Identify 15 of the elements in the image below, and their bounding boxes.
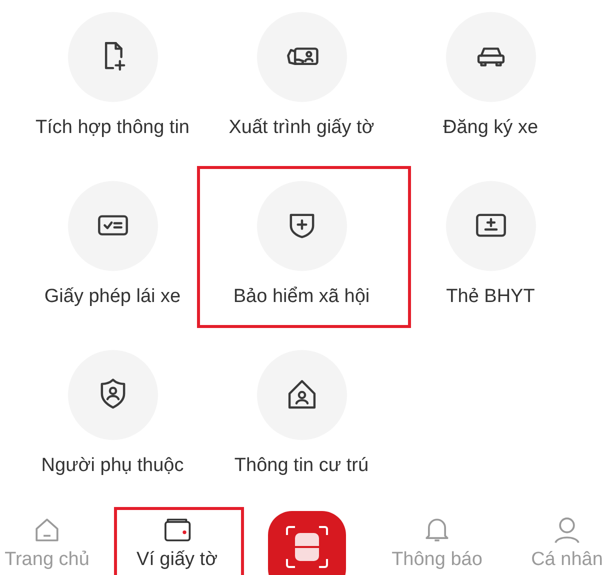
- nav-tab[interactable]: Trang chủ: [0, 509, 112, 575]
- service-label: Đăng ký xe: [442, 117, 538, 139]
- person-icon: [552, 515, 582, 545]
- service-label: Tích hợp thông tin: [36, 117, 190, 139]
- service-label: Xuất trình giấy tờ: [228, 117, 374, 139]
- nav-tab[interactable]: Thông báo: [372, 509, 502, 575]
- nav-tab[interactable]: Ví giấy tờ: [112, 509, 242, 575]
- nav-tab[interactable]: Cá nhân: [502, 509, 603, 575]
- scan-button[interactable]: [268, 511, 346, 575]
- scan-icon: [285, 525, 329, 569]
- service-label: Bảo hiểm xã hội: [233, 286, 370, 308]
- service-label: Thông tin cư trú: [234, 455, 369, 477]
- service-label: Thẻ BHYT: [446, 286, 535, 308]
- service-label: Người phụ thuộc: [41, 455, 184, 477]
- service-label: Giấy phép lái xe: [44, 286, 181, 308]
